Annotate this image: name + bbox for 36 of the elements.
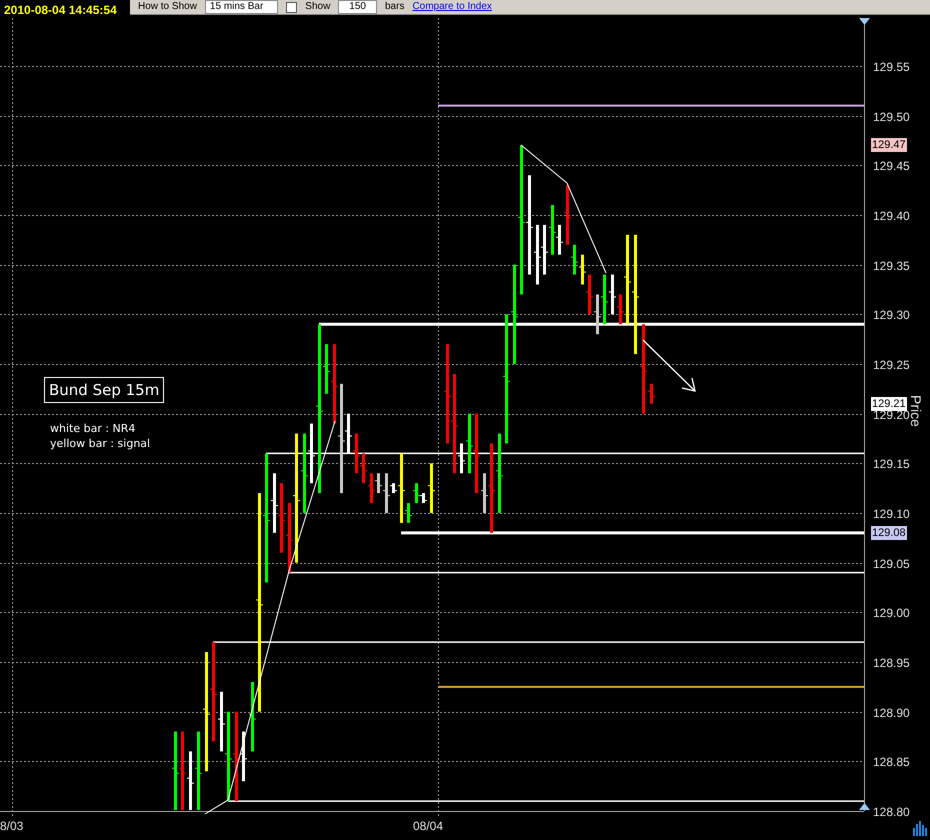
axis-tick-label: 128.95	[873, 656, 910, 670]
price-marker: 129.47	[871, 138, 907, 152]
legend-text: yellow bar : signal	[50, 436, 150, 451]
axis-tick-label: 129.40	[873, 208, 910, 222]
axis-tick-label: 128.90	[873, 706, 910, 720]
axis-tick-label: 129.05	[873, 556, 910, 570]
bar-count-field[interactable]: 150	[338, 0, 377, 14]
time-axis-label: 8/03	[0, 819, 24, 833]
bar-chart-icon[interactable]	[913, 821, 927, 836]
axis-tick-label: 129.30	[873, 308, 910, 322]
interval-dropdown[interactable]: 15 mins Bar	[204, 0, 278, 14]
chart-title: Bund Sep 15m	[44, 377, 164, 403]
axis-tick-label: 129.55	[873, 60, 910, 74]
timestamp: 2010-08-04 14:45:54	[3, 2, 118, 18]
axis-tick-label: 129.50	[873, 110, 910, 124]
down-triangle-icon[interactable]	[859, 18, 870, 25]
axis-tick-label: 129.35	[873, 258, 910, 272]
axis-tick-label: 129.15	[873, 456, 910, 470]
legend-text: white bar : NR4	[50, 421, 136, 436]
time-axis-label: 08/04	[413, 819, 444, 833]
field-label: bars	[384, 1, 404, 13]
axis-tick-label: 129.10	[873, 506, 910, 520]
axis-tick-label: 128.85	[873, 754, 910, 768]
field-label: How to Show	[138, 1, 197, 13]
axis-title: Price	[908, 395, 924, 427]
axis-tick-label: 129.00	[873, 606, 910, 620]
axis-tick-label: 129.45	[873, 158, 910, 172]
show-checkbox[interactable]	[286, 2, 298, 12]
compare-link[interactable]: Compare to Index	[412, 1, 492, 13]
price-marker: 129.21	[871, 397, 907, 411]
price-marker: 129.08	[871, 526, 907, 540]
arrow	[642, 340, 696, 392]
axis-tick-label: 129.25	[873, 358, 910, 372]
checkbox-label: Show	[305, 1, 330, 13]
up-triangle-icon[interactable]	[859, 803, 870, 810]
axis-tick-label: 128.80	[873, 804, 910, 818]
